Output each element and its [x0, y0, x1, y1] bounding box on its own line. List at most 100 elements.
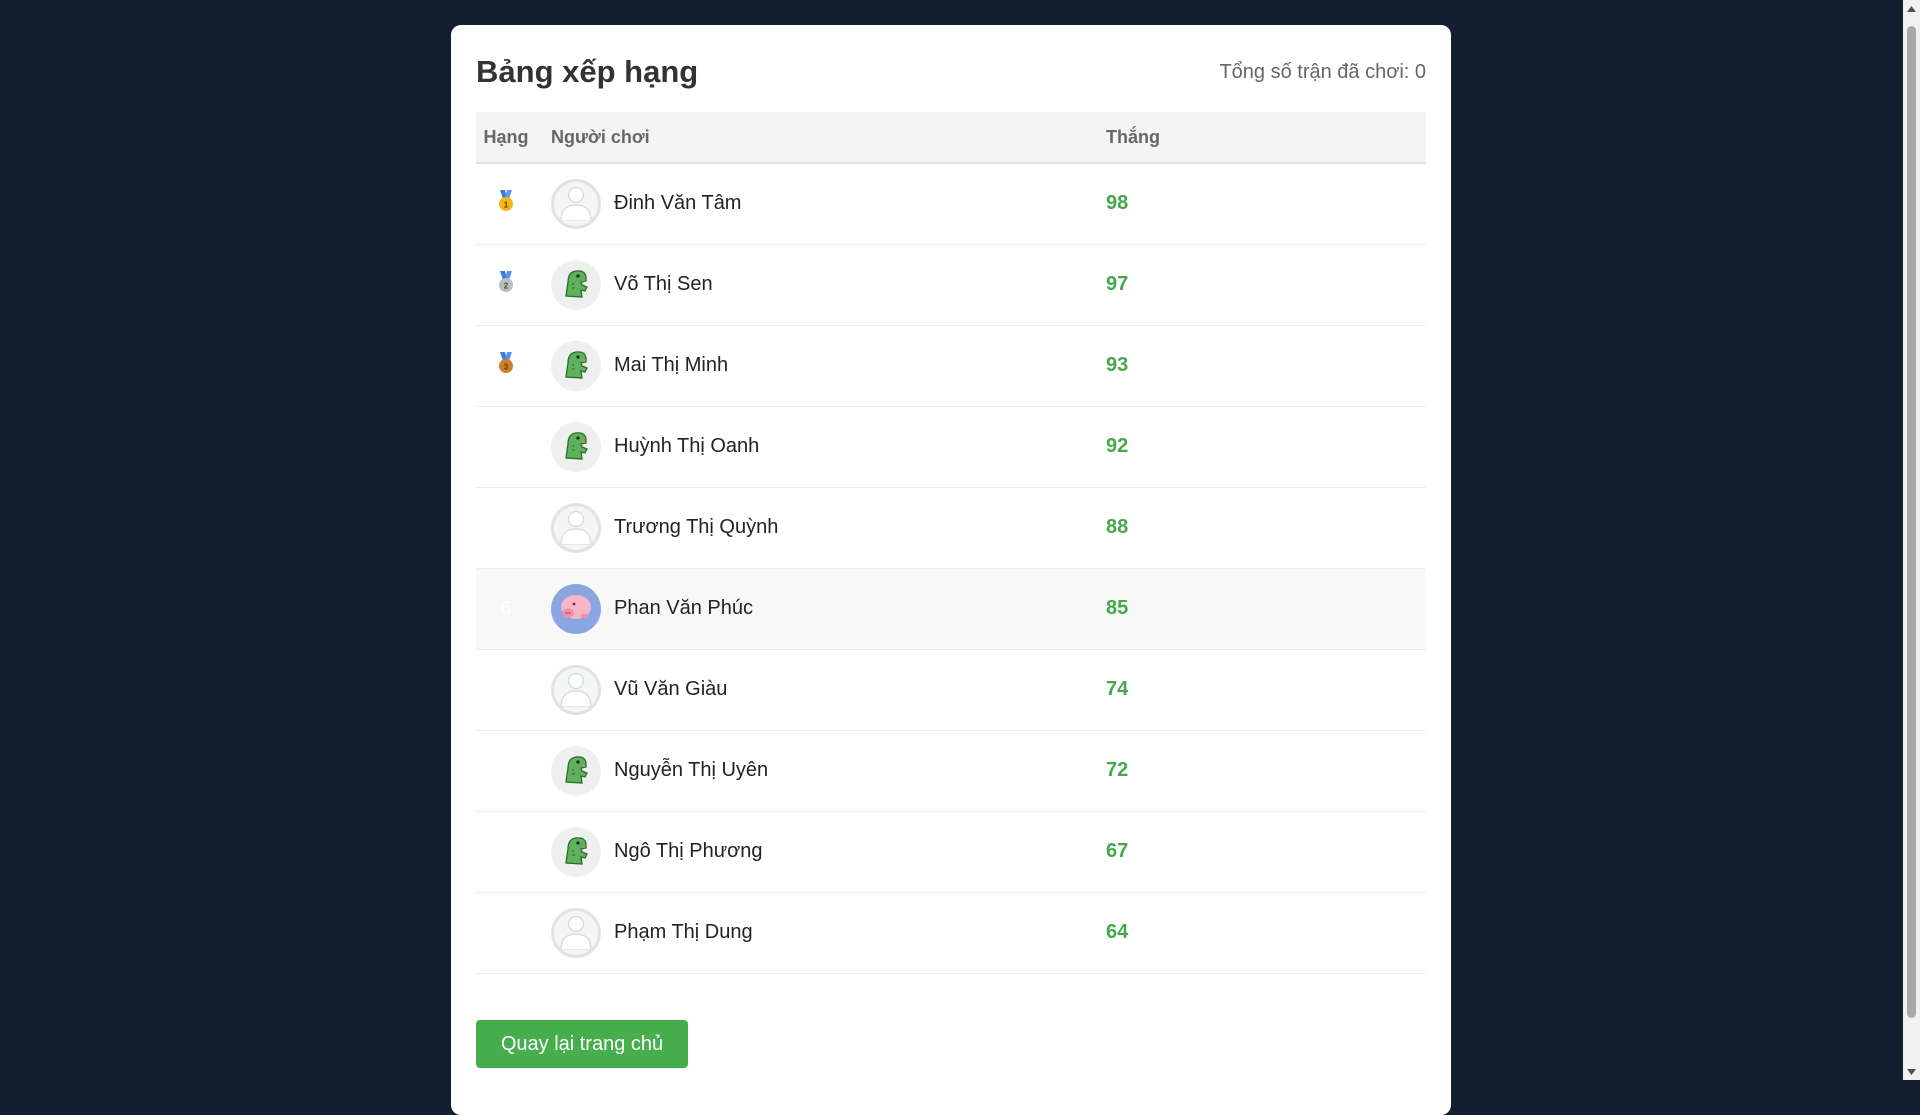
- player: Nguyễn Thị Uyên: [551, 745, 1076, 796]
- dino-avatar-icon: [554, 746, 598, 795]
- table-row: 4 Huỳnh Thị Oanh 92: [476, 406, 1426, 487]
- svg-text:2: 2: [504, 282, 509, 291]
- wins-cell: 93: [1091, 325, 1426, 406]
- player-name: Phạm Thị Dung: [614, 921, 753, 943]
- rank-number: 6: [500, 598, 511, 618]
- scroll-down-arrow-icon[interactable]: [1903, 1063, 1920, 1080]
- wins-count: 97: [1106, 273, 1129, 295]
- wins-cell: 92: [1091, 406, 1426, 487]
- default-user-icon: [556, 911, 596, 955]
- wins-cell: 98: [1091, 163, 1426, 244]
- wins-cell: 97: [1091, 244, 1426, 325]
- rank-number: 4: [500, 436, 511, 456]
- player-name: Ngô Thị Phương: [614, 840, 763, 862]
- bronze-medal-icon: 3: [498, 352, 514, 378]
- table-row: 6 Phan Văn Phúc 85: [476, 568, 1426, 649]
- rank-cell: 4: [476, 406, 536, 487]
- rank-cell: 7: [476, 649, 536, 730]
- default-user-icon: [556, 182, 596, 226]
- wins-cell: 85: [1091, 568, 1426, 649]
- rank-cell: 5: [476, 487, 536, 568]
- table-row: 3 Mai Thị Minh 93: [476, 325, 1426, 406]
- avatar: [551, 259, 601, 310]
- player-cell: Đinh Văn Tâm: [536, 163, 1091, 244]
- page-title: Bảng xếp hạng: [476, 54, 699, 89]
- silver-medal-icon: 2: [498, 271, 514, 297]
- rank-number: 5: [500, 517, 511, 537]
- avatar: [551, 664, 601, 715]
- player: Vũ Văn Giàu: [551, 664, 1076, 715]
- scroll-up-arrow-icon[interactable]: [1903, 0, 1920, 17]
- player: Phạm Thị Dung: [551, 907, 1076, 958]
- wins-count: 92: [1106, 435, 1129, 457]
- player-cell: Vũ Văn Giàu: [536, 649, 1091, 730]
- player: Đinh Văn Tâm: [551, 178, 1076, 229]
- player-cell: Phan Văn Phúc: [536, 568, 1091, 649]
- avatar: [551, 502, 601, 553]
- wins-count: 93: [1106, 354, 1129, 376]
- default-user-icon: [556, 506, 596, 550]
- player-name: Mai Thị Minh: [614, 354, 729, 376]
- vertical-scrollbar[interactable]: [1903, 0, 1920, 1080]
- avatar: [551, 583, 601, 634]
- svg-text:3: 3: [504, 363, 509, 372]
- leaderboard-header: Bảng xếp hạng Tổng số trận đã chơi: 0: [476, 51, 1426, 93]
- player-cell: Trương Thị Quỳnh: [536, 487, 1091, 568]
- player: Huỳnh Thị Oanh: [551, 421, 1076, 472]
- column-header-player: Người chơi: [551, 126, 650, 147]
- wins-count: 67: [1106, 840, 1129, 862]
- rank-number: 9: [500, 841, 511, 861]
- wins-cell: 64: [1091, 892, 1426, 973]
- wins-count: 88: [1106, 516, 1129, 538]
- rank-cell: 2: [476, 244, 536, 325]
- avatar: [551, 745, 601, 796]
- player-cell: Mai Thị Minh: [536, 325, 1091, 406]
- player: Trương Thị Quỳnh: [551, 502, 1076, 553]
- total-games-played: Tổng số trận đã chơi: 0: [1219, 60, 1426, 83]
- column-header-wins: Thắng: [1106, 126, 1160, 147]
- wins-count: 72: [1106, 759, 1129, 781]
- player: Võ Thị Sen: [551, 259, 1076, 310]
- avatar: [551, 421, 601, 472]
- avatar: [551, 907, 601, 958]
- rank-cell: 8: [476, 730, 536, 811]
- player-cell: Huỳnh Thị Oanh: [536, 406, 1091, 487]
- player-name: Huỳnh Thị Oanh: [614, 435, 760, 457]
- rank-number: 10: [495, 922, 517, 942]
- table-row: 9 Ngô Thị Phương 67: [476, 811, 1426, 892]
- default-user-icon: [556, 668, 596, 712]
- table-row: 1 Đinh Văn Tâm 98: [476, 163, 1426, 244]
- player-cell: Ngô Thị Phương: [536, 811, 1091, 892]
- player: Phan Văn Phúc: [551, 583, 1076, 634]
- svg-text:1: 1: [504, 201, 509, 210]
- wins-count: 64: [1106, 921, 1129, 943]
- avatar: [551, 340, 601, 391]
- scrollbar-thumb[interactable]: [1907, 26, 1916, 1018]
- wins-cell: 67: [1091, 811, 1426, 892]
- rank-cell: 1: [476, 163, 536, 244]
- dino-avatar-icon: [554, 827, 598, 876]
- leaderboard-rows: 1 Đinh Văn Tâm 98 2 Võ Thị Sen 97 3 Mai Thị Min…: [476, 163, 1426, 973]
- table-header-row: Hạng Người chơi Thắng: [476, 112, 1426, 163]
- leaderboard-card: Bảng xếp hạng Tổng số trận đã chơi: 0 Hạ…: [451, 25, 1451, 1115]
- wins-count: 85: [1106, 597, 1129, 619]
- table-row: 7 Vũ Văn Giàu 74: [476, 649, 1426, 730]
- rank-cell: 6: [476, 568, 536, 649]
- leaderboard-table: Hạng Người chơi Thắng 1 Đinh Văn Tâm 98 2 Võ…: [476, 112, 1426, 974]
- player-cell: Võ Thị Sen: [536, 244, 1091, 325]
- player-name: Trương Thị Quỳnh: [614, 516, 779, 538]
- rank-number: 7: [500, 679, 511, 699]
- wins-count: 74: [1106, 678, 1129, 700]
- table-row: 8 Nguyễn Thị Uyên 72: [476, 730, 1426, 811]
- back-to-home-button[interactable]: Quay lại trang chủ: [476, 1020, 688, 1068]
- dino-avatar-icon: [554, 260, 598, 309]
- player-cell: Nguyễn Thị Uyên: [536, 730, 1091, 811]
- rank-number: 8: [500, 760, 511, 780]
- rank-cell: 9: [476, 811, 536, 892]
- wins-count: 98: [1106, 192, 1129, 215]
- wins-cell: 74: [1091, 649, 1426, 730]
- dino-avatar-icon: [554, 422, 598, 471]
- pig-avatar-icon: [554, 584, 598, 633]
- player-name: Vũ Văn Giàu: [614, 678, 728, 700]
- player-name: Võ Thị Sen: [614, 273, 713, 295]
